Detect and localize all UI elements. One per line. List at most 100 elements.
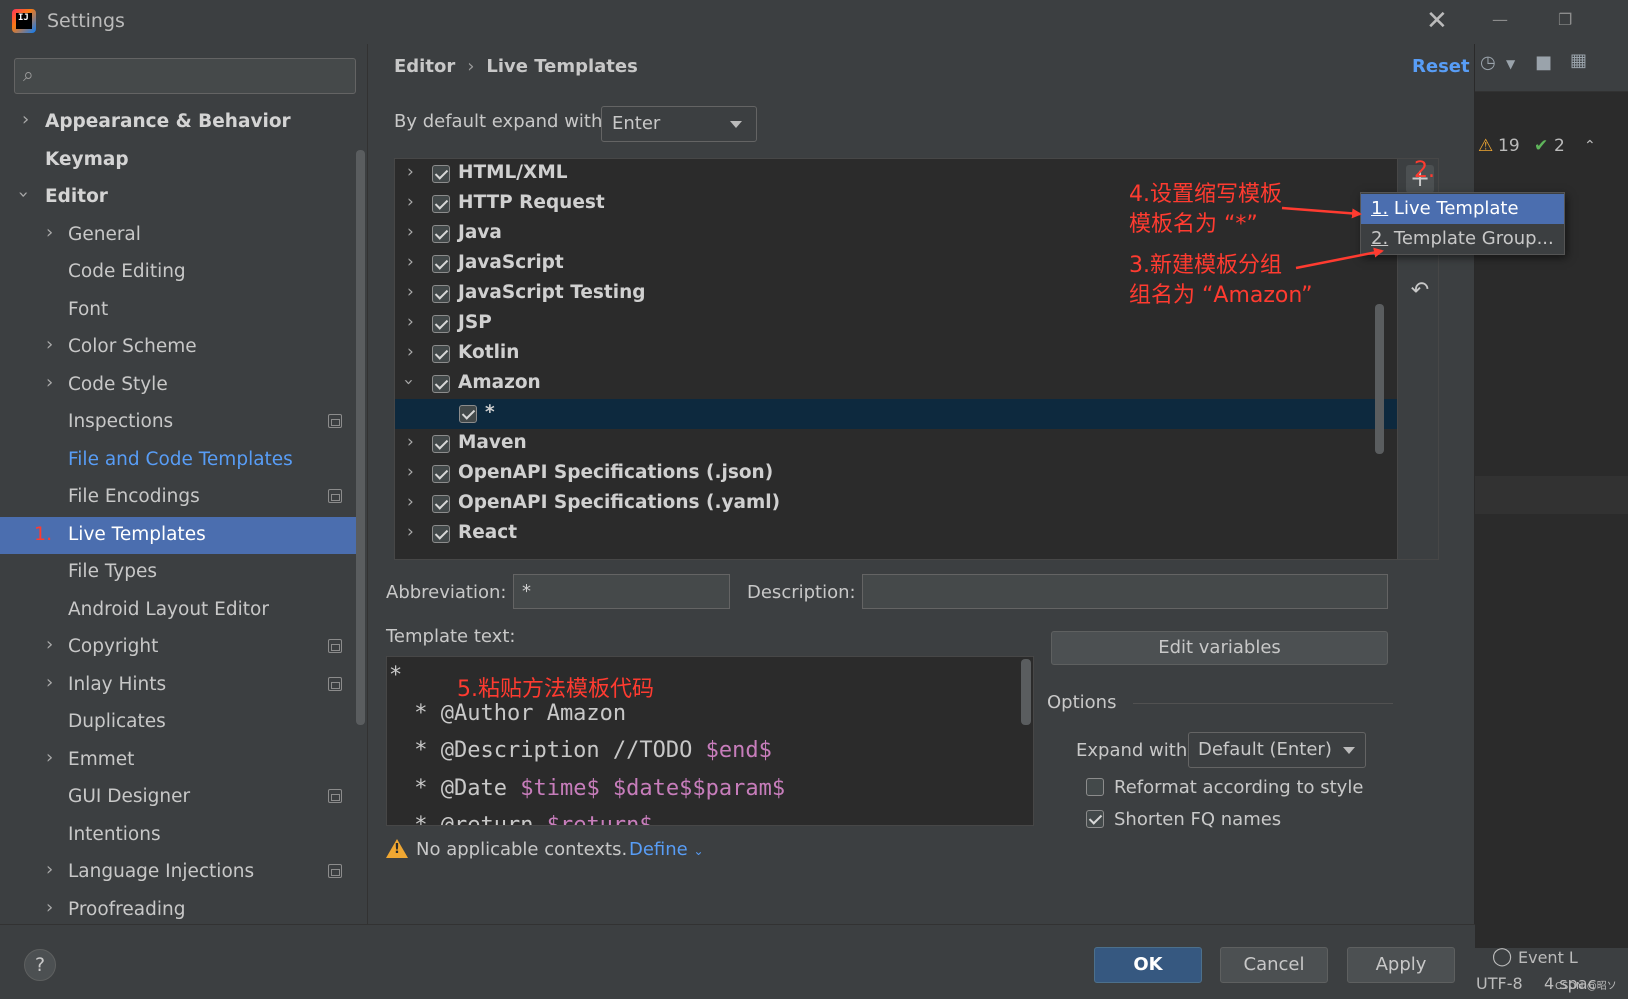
default-expand-select[interactable]: Enter bbox=[601, 106, 757, 142]
group-checkbox[interactable] bbox=[432, 495, 450, 513]
template-list-scrollbar[interactable] bbox=[1375, 304, 1384, 454]
template-row-star[interactable]: * bbox=[395, 399, 1397, 429]
chevron-right-icon[interactable]: › bbox=[407, 492, 414, 512]
group-checkbox[interactable] bbox=[432, 285, 450, 303]
sidebar-item-general[interactable]: › General bbox=[0, 217, 356, 255]
help-button[interactable]: ? bbox=[24, 949, 56, 981]
group-checkbox[interactable] bbox=[432, 525, 450, 543]
sidebar-item-appearance[interactable]: › Appearance & Behavior bbox=[0, 104, 356, 142]
shorten-fq-checkbox[interactable] bbox=[1086, 810, 1104, 828]
group-checkbox[interactable] bbox=[432, 225, 450, 243]
editor-scrollbar[interactable] bbox=[1021, 659, 1031, 725]
abbreviation-input[interactable] bbox=[513, 574, 730, 609]
chevron-right-icon[interactable]: › bbox=[407, 342, 414, 362]
sidebar-item-copyright[interactable]: › Copyright bbox=[0, 629, 356, 667]
breadcrumb-editor[interactable]: Editor bbox=[394, 56, 455, 77]
menu-item-number: 2. bbox=[1371, 228, 1389, 249]
chevron-right-icon[interactable]: › bbox=[46, 897, 53, 918]
sidebar-item-keymap[interactable]: Keymap bbox=[0, 142, 356, 180]
sidebar-scrollbar[interactable] bbox=[356, 150, 365, 725]
group-checkbox[interactable] bbox=[432, 195, 450, 213]
undo-icon[interactable]: ↶ bbox=[1406, 277, 1434, 305]
description-input[interactable] bbox=[862, 574, 1388, 609]
sidebar-item-editor[interactable]: › Editor bbox=[0, 179, 356, 217]
chevron-right-icon[interactable]: › bbox=[46, 334, 53, 355]
chevron-right-icon[interactable]: › bbox=[407, 222, 414, 242]
template-group-row[interactable]: › Maven bbox=[395, 429, 1397, 459]
sidebar-item-code-editing[interactable]: Code Editing bbox=[0, 254, 356, 292]
minimize-icon[interactable]: — bbox=[1492, 10, 1508, 29]
template-group-row[interactable]: › React bbox=[395, 519, 1397, 549]
sidebar-item-intentions[interactable]: Intentions bbox=[0, 817, 356, 855]
edit-variables-button[interactable]: Edit variables bbox=[1051, 631, 1388, 665]
template-group-row[interactable]: › JSP bbox=[395, 309, 1397, 339]
sidebar-item-file-encodings[interactable]: File Encodings bbox=[0, 479, 356, 517]
profiler-icon[interactable]: ◷ bbox=[1480, 52, 1496, 73]
define-link[interactable]: Define ⌄ bbox=[629, 839, 704, 860]
sidebar-item-code-style[interactable]: › Code Style bbox=[0, 367, 356, 405]
sidebar-item-language-injections[interactable]: › Language Injections bbox=[0, 854, 356, 892]
chevron-right-icon[interactable]: › bbox=[407, 282, 414, 302]
template-group-row-amazon[interactable]: › Amazon bbox=[395, 369, 1397, 399]
chevron-right-icon[interactable]: › bbox=[407, 462, 414, 482]
chevron-right-icon[interactable]: › bbox=[407, 252, 414, 272]
menu-item-live-template[interactable]: 1. Live Template bbox=[1361, 194, 1564, 224]
chevron-right-icon[interactable]: › bbox=[46, 859, 53, 880]
ok-button[interactable]: OK bbox=[1094, 947, 1202, 983]
group-checkbox[interactable] bbox=[432, 375, 450, 393]
reset-link[interactable]: Reset bbox=[1412, 56, 1470, 77]
chevron-right-icon[interactable]: › bbox=[46, 634, 53, 655]
group-checkbox[interactable] bbox=[432, 165, 450, 183]
chevron-right-icon[interactable]: › bbox=[46, 372, 53, 393]
sidebar-item-font[interactable]: Font bbox=[0, 292, 356, 330]
chevron-up-icon[interactable]: ⌃ bbox=[1584, 138, 1596, 154]
chevron-right-icon[interactable]: › bbox=[46, 747, 53, 768]
chevron-right-icon[interactable]: › bbox=[22, 109, 29, 130]
chevron-right-icon[interactable]: › bbox=[46, 672, 53, 693]
chevron-down-icon[interactable]: › bbox=[13, 191, 34, 198]
chevron-right-icon[interactable]: › bbox=[407, 432, 414, 452]
group-checkbox[interactable] bbox=[432, 255, 450, 273]
sidebar-item-emmet[interactable]: › Emmet bbox=[0, 742, 356, 780]
template-group-row[interactable]: › OpenAPI Specifications (.json) bbox=[395, 459, 1397, 489]
chevron-right-icon[interactable]: › bbox=[407, 162, 414, 182]
encoding-label[interactable]: UTF-8 bbox=[1476, 974, 1523, 993]
menu-item-template-group[interactable]: 2. Template Group... bbox=[1361, 224, 1564, 254]
sidebar-item-gui-designer[interactable]: GUI Designer bbox=[0, 779, 356, 817]
close-icon[interactable]: ✕ bbox=[1426, 6, 1448, 36]
group-checkbox[interactable] bbox=[432, 465, 450, 483]
sidebar-item-live-templates[interactable]: 1. Live Templates bbox=[0, 516, 356, 554]
chevron-right-icon[interactable]: › bbox=[407, 312, 414, 332]
sidebar-item-color-scheme[interactable]: › Color Scheme bbox=[0, 329, 356, 367]
cancel-button[interactable]: Cancel bbox=[1220, 947, 1328, 983]
apply-button[interactable]: Apply bbox=[1347, 947, 1455, 983]
project-structure-icon[interactable]: ▦ bbox=[1570, 50, 1587, 71]
search-box[interactable]: ⌕ bbox=[14, 58, 356, 94]
event-log-label[interactable]: Event L bbox=[1518, 948, 1578, 967]
sidebar-item-duplicates[interactable]: Duplicates bbox=[0, 704, 356, 742]
sidebar-item-android-layout-editor[interactable]: Android Layout Editor bbox=[0, 592, 356, 630]
sidebar-item-inlay-hints[interactable]: › Inlay Hints bbox=[0, 667, 356, 705]
ide-inspection-status[interactable]: ⚠ 19 ✔ 2 ⌃ bbox=[1470, 132, 1628, 162]
restore-icon[interactable]: ❐ bbox=[1558, 10, 1572, 29]
template-checkbox[interactable] bbox=[459, 405, 477, 423]
template-group-row[interactable]: › OpenAPI Specifications (.yaml) bbox=[395, 489, 1397, 519]
chevron-down-icon[interactable]: ▼ bbox=[1506, 57, 1515, 71]
chevron-right-icon[interactable]: › bbox=[407, 192, 414, 212]
sidebar-item-file-code-templates[interactable]: File and Code Templates bbox=[0, 442, 356, 480]
chevron-right-icon[interactable]: › bbox=[407, 522, 414, 542]
template-group-row[interactable]: › Kotlin bbox=[395, 339, 1397, 369]
group-checkbox[interactable] bbox=[432, 435, 450, 453]
chevron-down-icon[interactable]: › bbox=[398, 379, 418, 386]
sidebar-item-inspections[interactable]: Inspections bbox=[0, 404, 356, 442]
chevron-right-icon[interactable]: › bbox=[46, 222, 53, 243]
group-checkbox[interactable] bbox=[432, 345, 450, 363]
event-log-icon[interactable]: ◯ bbox=[1492, 946, 1512, 967]
expand-with-select[interactable]: Default (Enter) bbox=[1188, 732, 1366, 768]
stop-icon[interactable]: ■ bbox=[1535, 52, 1552, 73]
reformat-label: Reformat according to style bbox=[1114, 777, 1364, 798]
sidebar-item-file-types[interactable]: File Types bbox=[0, 554, 356, 592]
search-input[interactable] bbox=[51, 65, 347, 87]
reformat-checkbox[interactable] bbox=[1086, 778, 1104, 796]
group-checkbox[interactable] bbox=[432, 315, 450, 333]
